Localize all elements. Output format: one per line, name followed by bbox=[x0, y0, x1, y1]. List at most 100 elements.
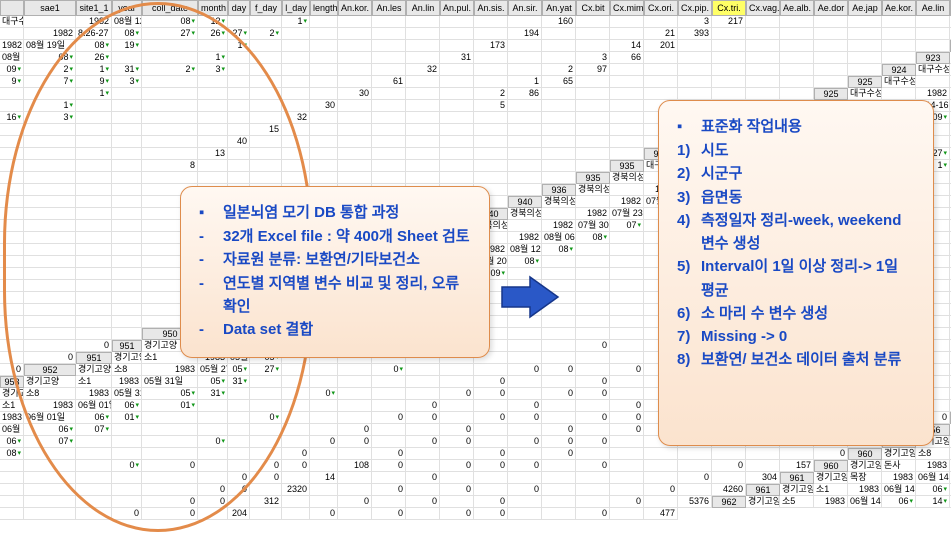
cell[interactable]: 15 bbox=[250, 124, 282, 136]
cell[interactable] bbox=[508, 220, 542, 232]
cell[interactable] bbox=[112, 424, 142, 436]
cell[interactable] bbox=[142, 40, 198, 52]
cell[interactable]: 목장 bbox=[848, 472, 882, 484]
cell[interactable] bbox=[848, 40, 882, 52]
cell[interactable] bbox=[508, 496, 542, 508]
cell[interactable]: 2 bbox=[542, 64, 576, 76]
cell[interactable] bbox=[576, 484, 610, 496]
cell[interactable] bbox=[814, 40, 848, 52]
cell[interactable] bbox=[780, 16, 814, 28]
cell[interactable] bbox=[0, 352, 24, 364]
cell[interactable] bbox=[142, 76, 198, 88]
cell[interactable] bbox=[112, 184, 142, 196]
cell[interactable] bbox=[542, 340, 576, 352]
cell[interactable]: 0 bbox=[508, 412, 542, 424]
cell[interactable] bbox=[780, 76, 814, 88]
cell[interactable]: 0 bbox=[250, 460, 282, 472]
cell[interactable] bbox=[644, 460, 678, 472]
cell[interactable] bbox=[76, 328, 112, 340]
cell[interactable] bbox=[112, 172, 142, 184]
cell[interactable] bbox=[0, 328, 24, 340]
cell[interactable]: 0▾ bbox=[250, 412, 282, 424]
cell[interactable] bbox=[310, 136, 338, 148]
cell[interactable]: 204 bbox=[228, 508, 250, 520]
cell[interactable] bbox=[282, 136, 310, 148]
cell[interactable] bbox=[228, 124, 250, 136]
cell[interactable] bbox=[338, 364, 372, 376]
cell[interactable] bbox=[882, 88, 916, 100]
cell[interactable]: 2 bbox=[474, 88, 508, 100]
cell[interactable]: 7▾ bbox=[24, 76, 76, 88]
cell[interactable] bbox=[746, 40, 780, 52]
cell[interactable] bbox=[282, 76, 310, 88]
cell[interactable] bbox=[250, 388, 282, 400]
cell[interactable] bbox=[228, 16, 250, 28]
cell[interactable]: 소1 bbox=[0, 400, 24, 412]
cell[interactable] bbox=[542, 136, 576, 148]
cell[interactable] bbox=[76, 100, 112, 112]
cell[interactable]: 0 bbox=[440, 436, 474, 448]
cell[interactable] bbox=[712, 76, 746, 88]
col-header[interactable]: Ae.dor bbox=[814, 0, 848, 16]
cell[interactable] bbox=[814, 64, 848, 76]
cell[interactable] bbox=[24, 256, 76, 268]
cell[interactable]: 1983 bbox=[142, 364, 198, 376]
cell[interactable] bbox=[250, 424, 282, 436]
cell[interactable] bbox=[112, 256, 142, 268]
cell[interactable] bbox=[814, 52, 848, 64]
cell[interactable]: 소8 bbox=[916, 448, 950, 460]
col-header[interactable]: Cx.vag. bbox=[746, 0, 780, 16]
cell[interactable]: 1982 bbox=[24, 28, 76, 40]
cell[interactable] bbox=[406, 508, 440, 520]
cell[interactable] bbox=[576, 112, 610, 124]
cell[interactable]: 86 bbox=[508, 88, 542, 100]
cell[interactable] bbox=[644, 448, 678, 460]
cell[interactable] bbox=[610, 88, 644, 100]
cell[interactable] bbox=[508, 160, 542, 172]
col-header[interactable]: year bbox=[112, 0, 142, 16]
cell[interactable] bbox=[76, 496, 112, 508]
cell[interactable]: 08▾ bbox=[142, 16, 198, 28]
col-header[interactable]: Cx.pip. bbox=[678, 0, 712, 16]
cell[interactable] bbox=[542, 460, 576, 472]
cell[interactable] bbox=[24, 196, 76, 208]
cell[interactable] bbox=[610, 316, 644, 328]
cell[interactable] bbox=[142, 448, 198, 460]
cell[interactable] bbox=[0, 136, 24, 148]
cell[interactable]: 3▾ bbox=[112, 76, 142, 88]
cell[interactable] bbox=[24, 220, 76, 232]
cell[interactable] bbox=[142, 424, 198, 436]
cell[interactable] bbox=[76, 268, 112, 280]
cell[interactable] bbox=[142, 100, 198, 112]
row-header[interactable]: 925 bbox=[814, 88, 848, 100]
cell[interactable]: 0 bbox=[250, 472, 282, 484]
cell[interactable] bbox=[250, 436, 282, 448]
cell[interactable] bbox=[474, 52, 508, 64]
cell[interactable] bbox=[310, 64, 338, 76]
cell[interactable] bbox=[780, 88, 814, 100]
cell[interactable] bbox=[24, 316, 76, 328]
cell[interactable] bbox=[310, 448, 338, 460]
cell[interactable] bbox=[542, 148, 576, 160]
cell[interactable]: 경기고양 bbox=[24, 376, 76, 388]
col-header[interactable]: An.les bbox=[372, 0, 406, 16]
cell[interactable]: 0 bbox=[440, 460, 474, 472]
cell[interactable]: 05월 31일 bbox=[112, 388, 142, 400]
cell[interactable] bbox=[198, 40, 228, 52]
cell[interactable] bbox=[310, 160, 338, 172]
cell[interactable] bbox=[310, 28, 338, 40]
cell[interactable]: 0 bbox=[372, 484, 406, 496]
cell[interactable]: 0 bbox=[142, 496, 198, 508]
cell[interactable] bbox=[576, 472, 610, 484]
cell[interactable] bbox=[440, 88, 474, 100]
cell[interactable] bbox=[250, 148, 282, 160]
cell[interactable]: 31▾ bbox=[112, 64, 142, 76]
cell[interactable]: 0 bbox=[576, 436, 610, 448]
cell[interactable] bbox=[576, 448, 610, 460]
cell[interactable] bbox=[644, 16, 678, 28]
cell[interactable]: 07▾ bbox=[24, 436, 76, 448]
cell[interactable] bbox=[24, 172, 76, 184]
cell[interactable] bbox=[406, 112, 440, 124]
col-header[interactable] bbox=[0, 0, 24, 16]
cell[interactable]: 14 bbox=[310, 472, 338, 484]
